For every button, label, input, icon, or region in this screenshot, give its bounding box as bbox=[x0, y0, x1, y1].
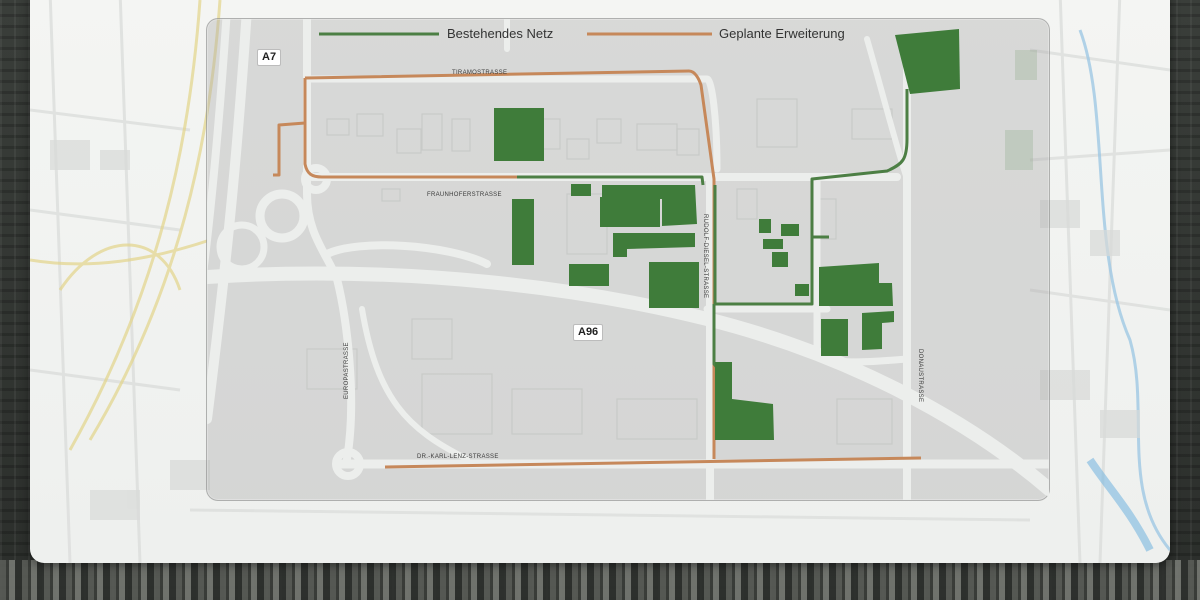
building bbox=[571, 184, 591, 196]
planned-line-a7 bbox=[273, 121, 306, 177]
highway-label-a96: A96 bbox=[573, 324, 604, 341]
building bbox=[772, 252, 788, 267]
building bbox=[795, 284, 809, 296]
street-label-tiramo: TIRAMOSTRASSE bbox=[452, 70, 507, 76]
street-label-donau: DONAUSTRASSE bbox=[917, 349, 923, 402]
building bbox=[819, 263, 893, 306]
street-label-europa: EUROPASTRASSE bbox=[344, 342, 350, 399]
map-panel: Bestehendes Netz Geplante Erweiterung TI… bbox=[206, 18, 1050, 501]
district-map: Bestehendes Netz Geplante Erweiterung TI… bbox=[207, 19, 1049, 500]
building bbox=[494, 108, 544, 161]
street-label-rudolf-diesel: RUDOLF-DIESEL-STRASSE bbox=[702, 214, 708, 298]
building bbox=[649, 262, 699, 308]
roundabouts bbox=[216, 164, 364, 480]
building bbox=[613, 233, 695, 257]
street-label-karl-lenz: DR.-KARL-LENZ-STRASSE bbox=[417, 454, 499, 460]
satellite-strip bbox=[0, 560, 1200, 600]
building bbox=[781, 224, 799, 236]
building bbox=[759, 219, 771, 233]
legend-existing-label: Bestehendes Netz bbox=[447, 26, 553, 41]
street-labels: TIRAMOSTRASSE FRAUNHOFERSTRASSE RUDOLF-D… bbox=[344, 70, 923, 460]
highway-label-a7: A7 bbox=[257, 49, 282, 66]
planned-line-fraunhofer bbox=[303, 78, 517, 179]
building bbox=[715, 362, 774, 440]
map-sheet: Bestehendes Netz Geplante Erweiterung TI… bbox=[30, 0, 1170, 563]
building bbox=[763, 239, 783, 249]
legend: Bestehendes Netz Geplante Erweiterung bbox=[319, 26, 845, 41]
building bbox=[512, 199, 534, 265]
building bbox=[821, 319, 848, 356]
street-label-fraunhofer: FRAUNHOFERSTRASSE bbox=[427, 192, 502, 198]
building bbox=[600, 197, 660, 227]
legend-planned-label: Geplante Erweiterung bbox=[719, 26, 845, 41]
building bbox=[862, 311, 894, 350]
building bbox=[569, 264, 609, 286]
